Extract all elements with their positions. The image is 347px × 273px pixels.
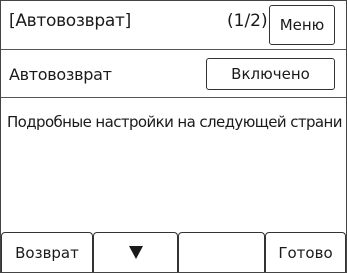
info-text: Подробные настройки на следующей страниц… [7, 113, 343, 131]
page-indicator: (1/2) [227, 11, 268, 31]
done-button[interactable]: Готово [265, 232, 346, 272]
empty-footer-button[interactable] [178, 232, 265, 272]
auto-return-toggle-button[interactable]: Включено [206, 58, 335, 90]
page-title: [Автовозврат] [9, 11, 131, 31]
setting-divider [1, 97, 346, 98]
triangle-down-icon [128, 246, 143, 259]
back-button[interactable]: Возврат [1, 232, 93, 272]
header-divider [1, 49, 346, 50]
auto-return-screen: [Автовозврат] (1/2) Меню Автовозврат Вкл… [0, 0, 347, 273]
auto-return-label: Автовозврат [9, 65, 112, 84]
menu-button[interactable]: Меню [269, 5, 335, 45]
scroll-down-button[interactable] [93, 232, 178, 272]
